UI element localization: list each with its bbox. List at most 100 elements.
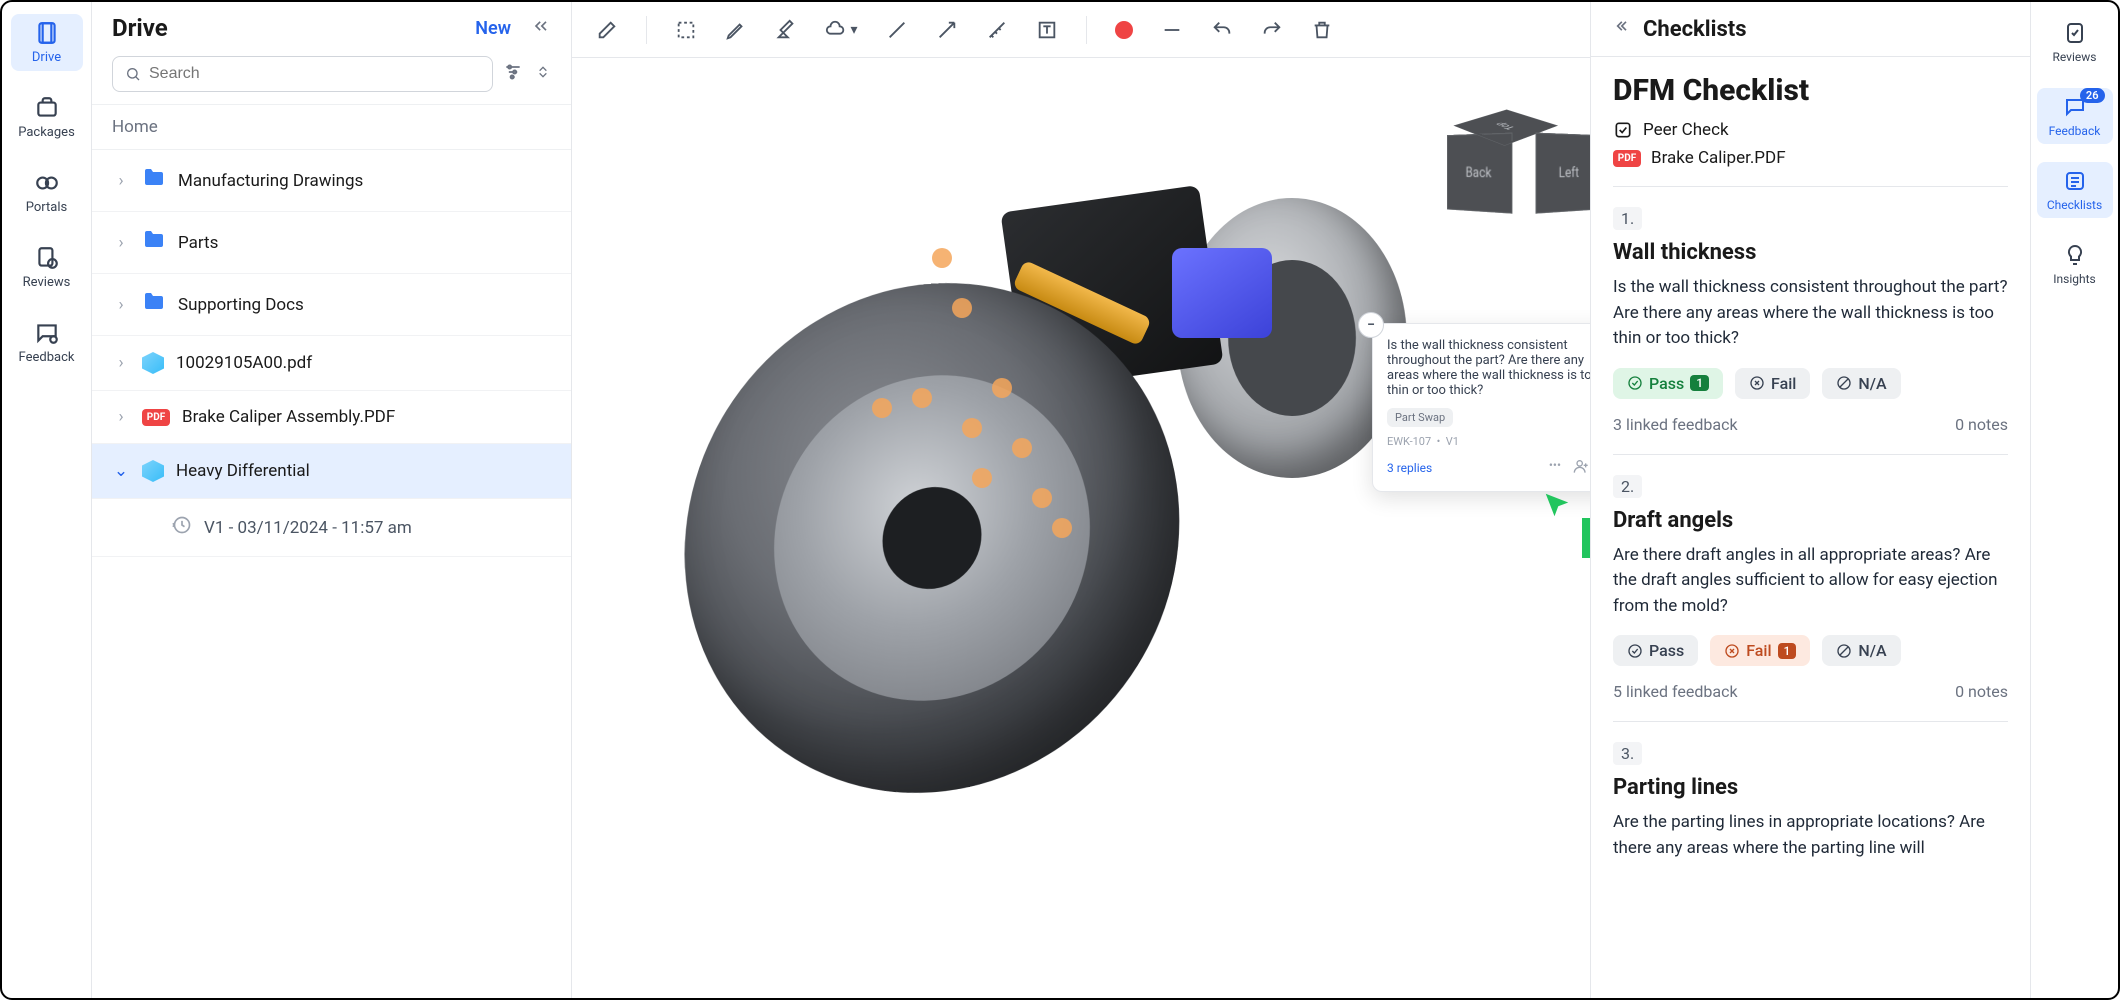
annotation-tag[interactable]: Part Swap <box>1387 408 1453 427</box>
checklist-item-number: 1. <box>1613 207 1642 230</box>
annotation-collapse-icon[interactable]: − <box>1358 312 1384 338</box>
right-nav-rail: Reviews 26 Feedback Checklists Insights <box>2030 2 2118 998</box>
checklist-item-name: Wall thickness <box>1613 240 2008 265</box>
right-nav-feedback[interactable]: 26 Feedback <box>2037 88 2113 144</box>
checklist-item-desc: Is the wall thickness consistent through… <box>1613 275 2008 352</box>
pencil-tool-icon[interactable] <box>725 19 747 41</box>
sort-icon[interactable] <box>535 62 551 86</box>
annotation-replies-link[interactable]: 3 replies <box>1387 461 1432 475</box>
selection-tool-icon[interactable] <box>675 19 697 41</box>
annotation-card[interactable]: Is the wall thickness consistent through… <box>1372 323 1590 492</box>
chevron-down-icon: ⌄ <box>112 461 130 481</box>
chevron-right-icon: › <box>112 353 130 373</box>
nav-cube[interactable]: Top Back Left <box>1470 118 1560 208</box>
feedback-marker[interactable] <box>952 298 972 318</box>
nav-reviews[interactable]: Reviews <box>11 239 83 296</box>
drive-header: Drive New <box>92 2 571 50</box>
measure-tool-icon[interactable] <box>986 19 1008 41</box>
right-nav-label: Insights <box>2053 272 2095 286</box>
feedback-marker[interactable] <box>872 398 892 418</box>
model-canvas[interactable]: − Is the wall thickness consistent throu… <box>572 58 1590 998</box>
checklist-file-ref[interactable]: PDF Brake Caliper.PDF <box>1613 148 2008 168</box>
nav-packages[interactable]: Packages <box>11 89 83 146</box>
check-square-icon <box>1613 120 1633 140</box>
nav-feedback[interactable]: Feedback <box>11 314 83 371</box>
feedback-marker[interactable] <box>1012 438 1032 458</box>
feedback-marker[interactable] <box>912 388 932 408</box>
color-red-icon[interactable] <box>1115 21 1133 39</box>
tree-file-selected[interactable]: ⌄ Heavy Differential <box>92 444 571 499</box>
fail-chip[interactable]: Fail <box>1735 368 1810 399</box>
more-icon[interactable]: ••• <box>1549 458 1561 477</box>
nav-drive-label: Drive <box>32 50 61 65</box>
breadcrumb[interactable]: Home <box>92 104 571 150</box>
feedback-marker[interactable] <box>1032 488 1052 508</box>
nav-reviews-label: Reviews <box>23 275 71 290</box>
drive-panel: Drive New Home › Manufacturing Drawings … <box>92 2 572 998</box>
cloud-tool-icon[interactable]: ▾ <box>825 19 858 41</box>
right-nav-label: Reviews <box>2053 50 2097 64</box>
linked-feedback-count[interactable]: 3 linked feedback <box>1613 415 1738 434</box>
tree-file[interactable]: › 10029105A00.pdf <box>92 336 571 391</box>
pass-chip[interactable]: Pass <box>1613 635 1698 666</box>
check-circle-icon <box>1627 643 1643 659</box>
feedback-marker[interactable] <box>962 418 982 438</box>
right-nav-label: Checklists <box>2047 198 2102 212</box>
trash-icon[interactable] <box>1311 19 1333 41</box>
add-user-icon[interactable] <box>1573 458 1589 477</box>
remote-cursor-icon <box>1542 490 1572 524</box>
line-tool-icon[interactable] <box>886 19 908 41</box>
chevron-right-icon: › <box>112 295 130 315</box>
arrow-tool-icon[interactable] <box>936 19 958 41</box>
right-nav-label: Feedback <box>2049 124 2101 138</box>
cube-icon <box>142 460 164 482</box>
feedback-marker[interactable] <box>992 378 1012 398</box>
checklist-item-desc: Are the parting lines in appropriate loc… <box>1613 810 2008 861</box>
tree-file[interactable]: › PDF Brake Caliper Assembly.PDF <box>92 391 571 444</box>
notes-count[interactable]: 0 notes <box>1955 682 2008 701</box>
toolbar-separator <box>1086 16 1087 44</box>
checklist-title: DFM Checklist <box>1613 73 2008 108</box>
nav-cube-left[interactable]: Left <box>1535 132 1590 213</box>
search-box[interactable] <box>112 56 493 92</box>
filter-sliders-icon[interactable] <box>503 62 523 86</box>
search-input[interactable] <box>149 65 480 83</box>
nav-portals[interactable]: Portals <box>11 164 83 221</box>
fail-chip[interactable]: Fail 1 <box>1710 635 1810 666</box>
left-nav-rail: Drive Packages Portals Reviews Feedback <box>2 2 92 998</box>
edit-tool-icon[interactable] <box>596 19 618 41</box>
na-chip[interactable]: N/A <box>1822 368 1900 399</box>
tree-version[interactable]: V1 - 03/11/2024 - 11:57 am <box>92 499 571 557</box>
nav-drive[interactable]: Drive <box>11 14 83 71</box>
checklist-item: 3. Parting lines Are the parting lines i… <box>1613 721 2008 897</box>
right-nav-insights[interactable]: Insights <box>2037 236 2113 292</box>
pass-chip[interactable]: Pass 1 <box>1613 368 1723 399</box>
file-tree: › Manufacturing Drawings › Parts › Suppo… <box>92 150 571 998</box>
right-nav-reviews[interactable]: Reviews <box>2037 14 2113 70</box>
undo-icon[interactable] <box>1211 19 1233 41</box>
feedback-marker[interactable] <box>932 248 952 268</box>
tree-folder[interactable]: › Manufacturing Drawings <box>92 150 571 212</box>
feedback-icon <box>34 320 60 346</box>
notes-count[interactable]: 0 notes <box>1955 415 2008 434</box>
linked-feedback-count[interactable]: 5 linked feedback <box>1613 682 1738 701</box>
text-tool-icon[interactable] <box>1036 19 1058 41</box>
chevron-right-icon: › <box>112 233 130 253</box>
checklist-header: Checklists <box>1591 2 2030 57</box>
stroke-width-icon[interactable] <box>1161 19 1183 41</box>
nav-portals-label: Portals <box>26 200 67 215</box>
annotation-toolbar: ▾ <box>572 2 1590 58</box>
feedback-marker[interactable] <box>972 468 992 488</box>
right-nav-checklists[interactable]: Checklists <box>2037 162 2113 218</box>
redo-icon[interactable] <box>1261 19 1283 41</box>
feedback-marker[interactable] <box>1052 518 1072 538</box>
na-chip[interactable]: N/A <box>1822 635 1900 666</box>
tree-folder[interactable]: › Supporting Docs <box>92 274 571 336</box>
highlight-tool-icon[interactable] <box>775 19 797 41</box>
collapse-panel-icon[interactable] <box>531 16 551 40</box>
x-circle-icon <box>1724 643 1740 659</box>
model-part <box>685 267 1180 809</box>
expand-panel-icon[interactable] <box>1611 16 1631 42</box>
tree-folder[interactable]: › Parts <box>92 212 571 274</box>
new-button[interactable]: New <box>475 18 511 39</box>
